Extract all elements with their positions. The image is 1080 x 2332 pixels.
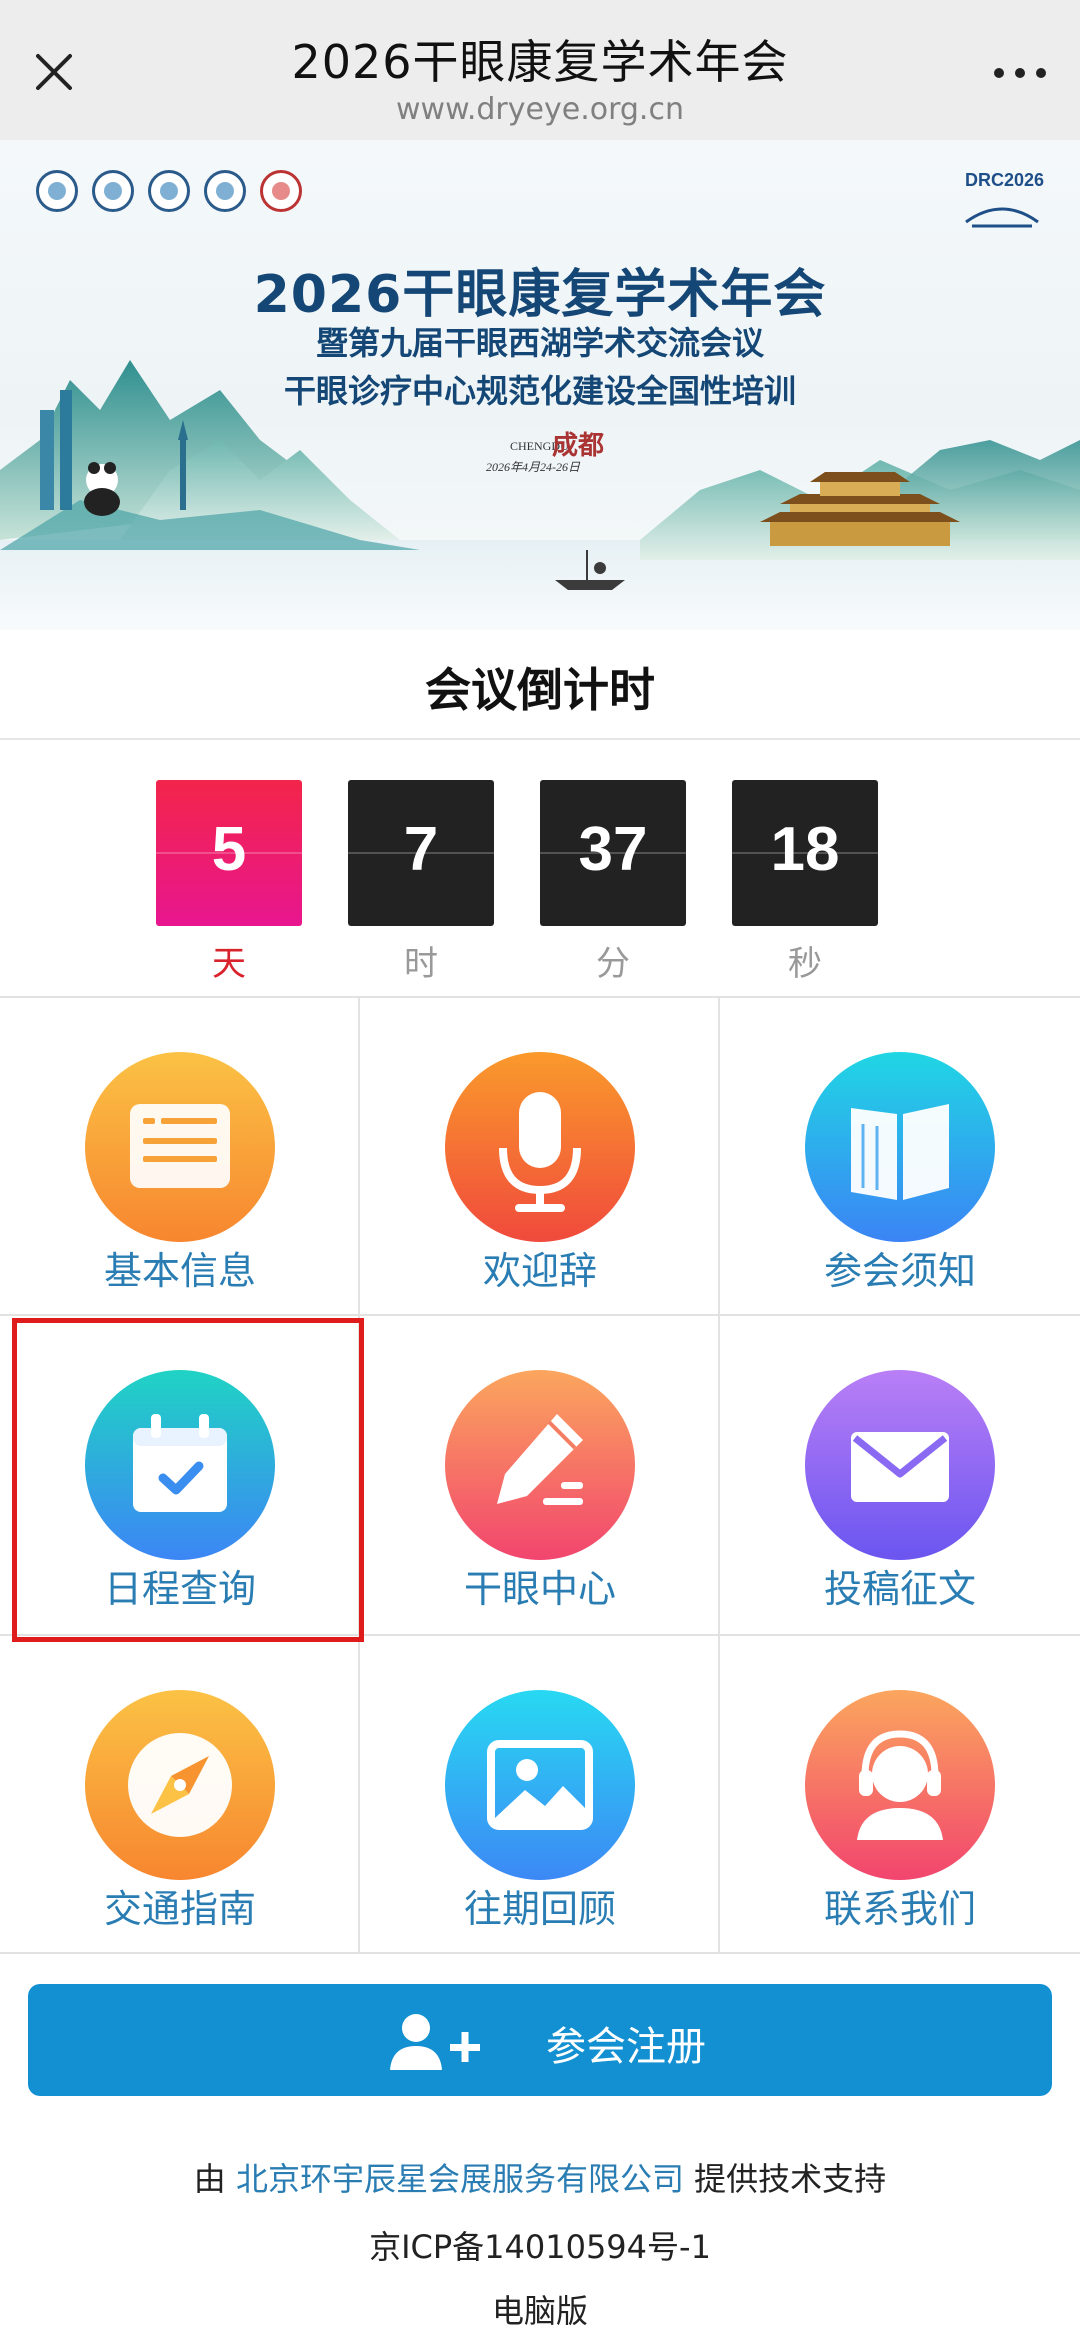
menu-label: 往期回顾 bbox=[463, 1887, 616, 1931]
more-options-icon[interactable] bbox=[990, 52, 1050, 92]
countdown-seconds-value: 18 bbox=[770, 815, 840, 884]
countdown-hours: 7 bbox=[348, 780, 494, 926]
drc-logo-text: DRC2026 bbox=[964, 170, 1044, 190]
menu-submission[interactable]: 投稿征文 bbox=[720, 1316, 1080, 1634]
register-label: 参会注册 bbox=[546, 2024, 706, 2070]
menu-label: 投稿征文 bbox=[823, 1567, 976, 1611]
menu-label: 基本信息 bbox=[103, 1249, 256, 1293]
mail-icon bbox=[805, 1370, 995, 1560]
menu-label: 干眼中心 bbox=[463, 1567, 616, 1611]
compass-icon bbox=[85, 1690, 275, 1880]
title-bar: 2026干眼康复学术年会 www.dryeye.org.cn bbox=[0, 0, 1080, 140]
organizer-logo bbox=[148, 170, 190, 212]
menu-basic-info[interactable]: 基本信息 bbox=[0, 998, 360, 1316]
menu-past-review[interactable]: 往期回顾 bbox=[360, 1636, 720, 1954]
microphone-icon bbox=[445, 1052, 635, 1242]
organizer-logo bbox=[36, 170, 78, 212]
tech-support-text: 由 北京环宇辰星会展服务有限公司 提供技术支持 bbox=[0, 2154, 1080, 2200]
add-user-icon bbox=[390, 2014, 480, 2070]
menu-label: 欢迎辞 bbox=[482, 1249, 597, 1293]
banner-subtitle: 暨第九届干眼西湖学术交流会议 bbox=[315, 324, 764, 362]
register-button[interactable]: 参会注册 bbox=[28, 1984, 1052, 2096]
drc-logo-icon bbox=[965, 207, 1039, 228]
banner-date: 2026年4月24-26日 bbox=[486, 460, 580, 474]
divider bbox=[0, 738, 1080, 740]
countdown-title: 会议倒计时 bbox=[425, 663, 655, 717]
countdown-days-value: 5 bbox=[211, 815, 247, 884]
svg-text:成都: 成都 bbox=[552, 431, 604, 460]
menu-contact-us[interactable]: 联系我们 bbox=[720, 1636, 1080, 1954]
organizer-logos bbox=[36, 170, 302, 212]
conference-banner: CHENGDU 成都 DRC2026 2026干眼康复学术年会 暨第九届干眼西湖… bbox=[0, 140, 1080, 630]
document-icon bbox=[85, 1052, 275, 1242]
countdown-minutes: 37 bbox=[540, 780, 686, 926]
menu-transport-guide[interactable]: 交通指南 bbox=[0, 1636, 360, 1954]
countdown-days-unit: 天 bbox=[212, 944, 246, 984]
countdown-hours-unit: 时 bbox=[404, 944, 438, 984]
footer-suffix: 提供技术支持 bbox=[694, 2160, 887, 2198]
page-title: 2026干眼康复学术年会 bbox=[291, 35, 789, 89]
footer-prefix: 由 bbox=[193, 2160, 226, 2198]
banner-title: 2026干眼康复学术年会 bbox=[253, 265, 827, 325]
highlight-box bbox=[12, 1318, 364, 1642]
edit-icon bbox=[445, 1370, 635, 1560]
organizer-logo bbox=[204, 170, 246, 212]
desktop-version-link[interactable]: 电脑版 bbox=[0, 2286, 1080, 2332]
countdown-seconds: 18 bbox=[732, 780, 878, 926]
menu-attendee-notice[interactable]: 参会须知 bbox=[720, 998, 1080, 1316]
image-icon bbox=[445, 1690, 635, 1880]
organizer-logo bbox=[92, 170, 134, 212]
countdown-days: 5 bbox=[156, 780, 302, 926]
menu-label: 联系我们 bbox=[823, 1887, 976, 1931]
icp-number[interactable]: 京ICP备14010594号-1 bbox=[0, 2222, 1080, 2268]
countdown-hours-value: 7 bbox=[403, 815, 439, 884]
page-url: www.dryeye.org.cn bbox=[396, 92, 684, 127]
banner-subtitle: 干眼诊疗中心规范化建设全国性培训 bbox=[283, 372, 796, 410]
menu-label: 参会须知 bbox=[823, 1249, 976, 1293]
countdown-minutes-value: 37 bbox=[578, 815, 648, 884]
menu-label: 交通指南 bbox=[103, 1887, 256, 1931]
book-icon bbox=[805, 1052, 995, 1242]
menu-dry-eye-center[interactable]: 干眼中心 bbox=[360, 1316, 720, 1634]
countdown-seconds-unit: 秒 bbox=[788, 944, 822, 984]
organizer-logo bbox=[260, 170, 302, 212]
menu-welcome[interactable]: 欢迎辞 bbox=[360, 998, 720, 1316]
support-agent-icon bbox=[805, 1690, 995, 1880]
countdown-minutes-unit: 分 bbox=[596, 944, 630, 984]
company-link[interactable]: 北京环宇辰星会展服务有限公司 bbox=[236, 2160, 684, 2198]
